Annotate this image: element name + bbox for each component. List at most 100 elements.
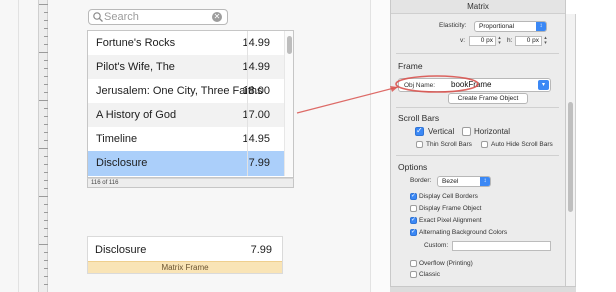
horizontal-label: Horizontal <box>474 127 511 136</box>
row-title: Pilot's Wife, The <box>96 61 175 73</box>
display-cell-borders-checkbox[interactable] <box>410 192 417 200</box>
scroll-bars-section-header: Scroll Bars <box>398 113 440 123</box>
ruler-tick <box>39 244 48 245</box>
chevron-updown-icon: ↕ <box>536 22 546 31</box>
v-offset-field[interactable]: 0 px <box>469 36 496 46</box>
search-field[interactable]: Search ✕ <box>88 9 228 25</box>
panel-title: Matrix <box>391 0 565 14</box>
ruler-tick <box>44 116 48 117</box>
ruler-tick <box>39 196 48 197</box>
ruler-tick <box>44 220 48 221</box>
display-frame-object-label: Display Frame Object <box>419 205 482 212</box>
thin-scroll-bars-label: Thin Scroll Bars <box>426 141 472 148</box>
matrix-frame-price: 7.99 <box>250 244 272 256</box>
column-divider <box>247 31 248 176</box>
v-stepper-icon[interactable]: ▴ ▾ <box>497 36 502 46</box>
create-frame-object-button[interactable]: Create Frame Object <box>448 93 528 104</box>
search-placeholder: Search <box>104 11 139 23</box>
obj-name-label: Obj Name: <box>404 82 436 89</box>
border-value: Bezel <box>442 178 459 185</box>
ruler-tick <box>44 228 48 229</box>
ruler-tick <box>44 180 48 181</box>
border-label: Border: <box>410 177 432 184</box>
obj-name-field[interactable]: Obj Name: bookFrame ▾ <box>398 78 551 92</box>
ruler-tick <box>44 28 48 29</box>
panel-bottom-bar <box>390 286 576 292</box>
overflow-printing-checkbox[interactable] <box>410 260 417 267</box>
section-divider <box>396 155 559 156</box>
thin-scroll-bars-checkbox[interactable] <box>416 141 423 148</box>
ruler-tick <box>44 36 48 37</box>
ruler-tick <box>44 12 48 13</box>
row-title: Disclosure <box>96 157 148 169</box>
custom-color-label: Custom: <box>424 242 449 249</box>
h-stepper-icon[interactable]: ▴ ▾ <box>543 36 548 46</box>
ruler-tick <box>44 140 48 141</box>
chevron-updown-icon: ↕ <box>480 177 490 186</box>
ruler-tick <box>44 76 48 77</box>
ruler-tick <box>44 284 48 285</box>
ruler-tick <box>44 236 48 237</box>
elasticity-value: Proportional <box>479 23 515 30</box>
ruler-tick <box>44 172 48 173</box>
section-divider <box>396 53 559 54</box>
matrix-frame[interactable]: Disclosure 7.99 Matrix Frame <box>87 236 283 274</box>
display-cell-borders-label: Display Cell Borders <box>419 193 478 200</box>
border-popup[interactable]: Bezel ↕ <box>437 176 491 187</box>
vertical-checkbox[interactable] <box>415 126 424 136</box>
horizontal-checkbox[interactable] <box>462 127 471 136</box>
row-title: Timeline <box>96 133 138 145</box>
ruler-tick <box>44 60 48 61</box>
ruler-tick <box>44 132 48 133</box>
matrix-frame-label: Matrix Frame <box>88 261 282 273</box>
ruler-tick <box>44 276 48 277</box>
ruler-tick <box>44 108 48 109</box>
obj-name-value[interactable]: bookFrame <box>449 80 531 90</box>
ruler-tick <box>44 124 48 125</box>
list-row[interactable]: A History of God 17.00 <box>88 103 284 127</box>
list-row-selected[interactable]: Disclosure 7.99 <box>88 151 284 176</box>
classic-checkbox[interactable] <box>410 271 417 278</box>
row-title: A History of God <box>96 109 177 121</box>
options-section-header: Options <box>398 162 428 172</box>
auto-hide-scroll-bars-label: Auto Hide Scroll Bars <box>491 141 553 148</box>
ruler-tick <box>44 260 48 261</box>
ruler-tick <box>39 4 48 5</box>
alternating-background-colors-label: Alternating Background Colors <box>419 229 508 236</box>
row-price: 7.99 <box>248 157 270 169</box>
vertical-ruler <box>38 0 48 292</box>
v-label: v: <box>460 37 466 44</box>
list-row[interactable]: Fortune's Rocks 14.99 <box>88 31 284 55</box>
panel-scrollbar[interactable] <box>566 14 576 292</box>
ruler-tick <box>44 20 48 21</box>
exact-pixel-alignment-label: Exact Pixel Alignment <box>419 217 482 224</box>
clear-search-icon[interactable]: ✕ <box>212 12 222 22</box>
custom-color-field[interactable] <box>452 241 551 251</box>
list-row[interactable]: Timeline 14.95 <box>88 127 284 151</box>
list-row[interactable]: Pilot's Wife, The 14.99 <box>88 55 284 79</box>
classic-label: Classic <box>419 271 440 278</box>
ruler-tick <box>39 148 48 149</box>
alternating-background-colors-checkbox[interactable] <box>410 228 417 236</box>
panel-scrollbar-thumb[interactable] <box>568 102 573 212</box>
overflow-printing-label: Overflow (Printing) <box>419 260 473 267</box>
ruler-tick <box>39 52 48 53</box>
ruler-tick <box>39 100 48 101</box>
elasticity-popup[interactable]: Proportional ↕ <box>474 21 547 32</box>
row-title: Jerusalem: One City, Three Faiths <box>96 85 263 97</box>
book-list[interactable]: Fortune's Rocks 14.99 Pilot's Wife, The … <box>87 30 294 178</box>
window-edge <box>370 0 390 292</box>
list-row[interactable]: Jerusalem: One City, Three Faiths 18.00 <box>88 79 284 103</box>
list-scrollbar[interactable] <box>284 31 293 176</box>
row-title: Fortune's Rocks <box>96 37 176 49</box>
chevron-down-icon[interactable]: ▾ <box>538 80 549 90</box>
ruler-tick <box>44 156 48 157</box>
screenshot-scene: Search ✕ Fortune's Rocks 14.99 Pilot's W… <box>0 0 616 292</box>
vertical-label: Vertical <box>428 127 455 136</box>
h-offset-field[interactable]: 0 px <box>515 36 542 46</box>
auto-hide-scroll-bars-checkbox[interactable] <box>481 141 488 148</box>
list-scrollbar-thumb[interactable] <box>287 36 292 54</box>
h-label: h: <box>507 37 513 44</box>
display-frame-object-checkbox[interactable] <box>410 205 417 212</box>
exact-pixel-alignment-checkbox[interactable] <box>410 216 417 224</box>
